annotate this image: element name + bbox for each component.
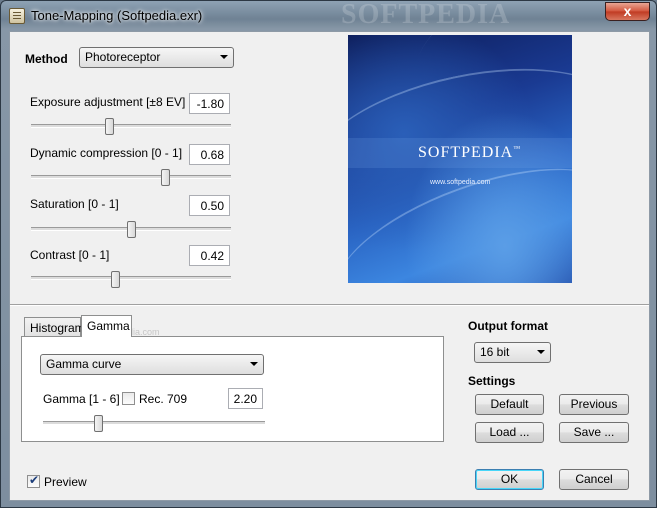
title-watermark: SOFTPEDIA [341,0,511,30]
tone-mapping-window: Tone-Mapping (Softpedia.exr) SOFTPEDIA x… [0,0,657,508]
chevron-down-icon [220,55,228,59]
param-label: Dynamic compression [0 - 1] [30,146,183,160]
chevron-down-icon [537,350,545,354]
save-button[interactable]: Save ... [559,422,629,443]
method-select[interactable]: Photoreceptor [79,47,234,68]
dynamic-compression-slider-thumb[interactable] [160,169,170,186]
default-button[interactable]: Default [475,394,544,415]
contrast-slider-thumb[interactable] [111,271,121,288]
dynamic-compression-input[interactable]: 0.68 [189,144,230,165]
rec709-label[interactable]: Rec. 709 [139,392,187,406]
previous-button[interactable]: Previous [559,394,629,415]
gamma-tab-panel: www.softpedia.com Gamma curve Gamma [1 -… [21,327,444,442]
contrast-input[interactable]: 0.42 [189,245,230,266]
preview-checkbox[interactable] [27,473,40,488]
gamma-curve-select[interactable]: Gamma curve [40,354,264,375]
method-label: Method [25,52,68,66]
exposure-input[interactable]: -1.80 [189,93,230,114]
contrast-slider-track[interactable] [31,276,231,280]
dialog-client-area: Method Photoreceptor Exposure adjustment… [9,31,650,501]
exposure-slider-track[interactable] [31,124,231,128]
param-label: Contrast [0 - 1] [30,248,110,262]
exposure-slider-thumb[interactable] [105,118,115,135]
ok-button[interactable]: OK [475,469,544,490]
gamma-slider-track[interactable] [43,421,265,425]
cancel-button[interactable]: Cancel [559,469,629,490]
close-button[interactable]: x [605,2,650,21]
app-icon[interactable] [9,8,25,24]
param-label: Exposure adjustment [±8 EV] [30,95,186,109]
output-format-value: 16 bit [480,345,510,359]
saturation-slider-thumb[interactable] [126,221,136,238]
preview-url-text: www.softpedia.com [430,179,491,186]
tab-gamma[interactable]: Gamma [81,315,132,337]
load-button[interactable]: Load ... [475,422,544,443]
method-select-value: Photoreceptor [85,50,161,64]
output-format-label: Output format [468,319,548,333]
param-label: Saturation [0 - 1] [30,197,119,211]
section-divider [10,304,649,306]
window-title: Tone-Mapping (Softpedia.exr) [31,8,203,23]
title-bar[interactable]: Tone-Mapping (Softpedia.exr) SOFTPEDIA x [1,0,656,31]
chevron-down-icon [250,362,258,366]
gamma-curve-value: Gamma curve [46,357,122,371]
settings-label: Settings [468,374,516,388]
dynamic-compression-slider-track[interactable] [31,175,231,179]
tab-histogram[interactable]: Histogram [24,317,85,337]
rec709-checkbox[interactable] [122,392,135,405]
softpedia-logo: SOFTPEDIA™ [418,144,522,161]
preview-label[interactable]: Preview [44,475,87,489]
gamma-label: Gamma [1 - 6] [43,392,120,406]
preview-image: SOFTPEDIA™ www.softpedia.com [348,35,572,283]
gamma-slider-thumb[interactable] [94,415,104,432]
output-format-select[interactable]: 16 bit [474,342,551,363]
gamma-input[interactable]: 2.20 [228,388,263,409]
saturation-input[interactable]: 0.50 [189,195,230,216]
